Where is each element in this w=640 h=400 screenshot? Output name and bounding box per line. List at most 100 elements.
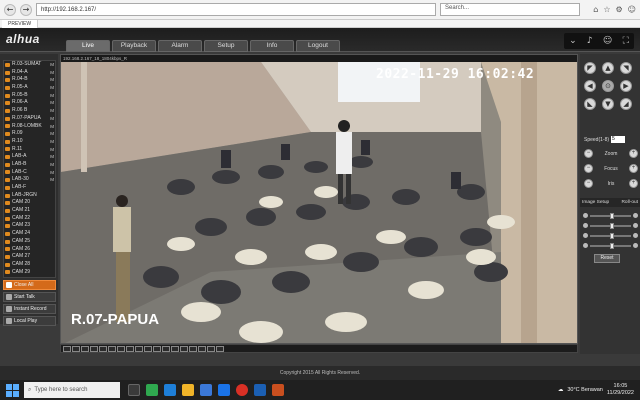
app-icon-4[interactable] bbox=[272, 384, 284, 396]
camera-list-item[interactable]: CAM 23 bbox=[4, 222, 55, 230]
layout-button[interactable] bbox=[189, 345, 197, 352]
clock[interactable]: 16:05 11/29/2022 bbox=[607, 383, 634, 397]
camera-list-item[interactable]: R.05-A M bbox=[4, 84, 55, 92]
start-talk-button[interactable]: Start Talk bbox=[3, 292, 56, 302]
tab-alarm[interactable]: Alarm bbox=[158, 40, 202, 52]
file-explorer-icon[interactable] bbox=[182, 384, 194, 396]
camera-list-item[interactable]: R.04-A M bbox=[4, 69, 55, 77]
close-all-button[interactable]: Close All bbox=[3, 280, 56, 290]
fullscreen-icon[interactable]: ⛶ bbox=[623, 36, 629, 46]
camera-list-item[interactable]: LAB-F bbox=[4, 184, 55, 192]
layout-button[interactable] bbox=[63, 345, 71, 352]
layout-button[interactable] bbox=[153, 345, 161, 352]
layout-button[interactable] bbox=[72, 345, 80, 352]
taskbar-search[interactable]: ⌕ Type here to search bbox=[24, 382, 120, 398]
zoom-out-button[interactable]: − bbox=[584, 149, 593, 158]
ptz-down-left-button[interactable]: ◣ bbox=[584, 98, 596, 110]
camera-list[interactable]: R.03-SUMAT M R.04-A M R.04-B M R.05-A M R.05-B M R… bbox=[3, 60, 56, 278]
tab-setup[interactable]: Setup bbox=[204, 40, 248, 52]
weather-text[interactable]: 30°C Berawan bbox=[567, 387, 603, 393]
layout-button[interactable] bbox=[81, 345, 89, 352]
browser-search-box[interactable]: Search... bbox=[440, 3, 580, 16]
layout-button[interactable] bbox=[108, 345, 116, 352]
layout-button[interactable] bbox=[135, 345, 143, 352]
hue-slider[interactable] bbox=[590, 242, 631, 249]
layout-button[interactable] bbox=[90, 345, 98, 352]
layout-button[interactable] bbox=[198, 345, 206, 352]
local-play-button[interactable]: Local Play bbox=[3, 316, 56, 326]
camera-list-item[interactable]: CAM 24 bbox=[4, 230, 55, 238]
layout-button[interactable] bbox=[216, 345, 224, 352]
roll-out-toggle[interactable]: Roll-out bbox=[621, 198, 638, 207]
camera-list-item[interactable]: LAB-C M bbox=[4, 169, 55, 177]
tab-logout[interactable]: Logout bbox=[296, 40, 340, 52]
camera-list-item[interactable]: LAB-A M bbox=[4, 153, 55, 161]
camera-list-item[interactable]: CAM 21 bbox=[4, 207, 55, 215]
speed-select[interactable]: 5 bbox=[611, 136, 626, 143]
tab-live[interactable]: Live bbox=[66, 40, 110, 52]
start-button[interactable] bbox=[4, 382, 20, 398]
camera-list-item[interactable]: LAB-B M bbox=[4, 161, 55, 169]
focus-out-button[interactable]: − bbox=[584, 164, 593, 173]
layout-button[interactable] bbox=[171, 345, 179, 352]
task-view-icon[interactable] bbox=[128, 384, 140, 396]
layout-button[interactable] bbox=[117, 345, 125, 352]
chevron-down-icon[interactable]: ⌄ bbox=[569, 36, 577, 46]
camera-list-item[interactable]: CAM 28 bbox=[4, 261, 55, 269]
camera-list-item[interactable]: R.11 M bbox=[4, 146, 55, 154]
mute-icon[interactable]: ♪ bbox=[587, 36, 593, 46]
ptz-right-button[interactable]: ▶ bbox=[620, 80, 632, 92]
app-icon-3[interactable] bbox=[218, 384, 230, 396]
gear-icon[interactable]: ⚙ bbox=[615, 5, 622, 14]
camera-list-item[interactable]: R.05-B M bbox=[4, 92, 55, 100]
ptz-auto-button[interactable]: ⊙ bbox=[602, 80, 614, 92]
camera-list-item[interactable]: CAM 20 bbox=[4, 199, 55, 207]
camera-list-item[interactable]: CAM 22 bbox=[4, 215, 55, 223]
slider-thumb[interactable] bbox=[610, 232, 614, 239]
ptz-up-left-button[interactable]: ◤ bbox=[584, 62, 596, 74]
slider-thumb[interactable] bbox=[610, 212, 614, 219]
layout-button[interactable] bbox=[126, 345, 134, 352]
chrome-icon[interactable] bbox=[236, 384, 248, 396]
star-icon[interactable]: ☆ bbox=[603, 5, 610, 14]
camera-list-item[interactable]: R.06-A M bbox=[4, 99, 55, 107]
live-video-window[interactable]: 192.168.2.167_18_1804kbps_R 2022-11-29 1… bbox=[60, 54, 578, 344]
layout-button[interactable] bbox=[144, 345, 152, 352]
zoom-in-button[interactable]: + bbox=[629, 149, 638, 158]
forward-button[interactable]: → bbox=[20, 3, 32, 16]
layout-button[interactable] bbox=[180, 345, 188, 352]
contrast-slider[interactable] bbox=[590, 222, 631, 229]
focus-in-button[interactable]: + bbox=[629, 164, 638, 173]
ptz-up-button[interactable]: ▲ bbox=[602, 62, 614, 74]
brightness-slider[interactable] bbox=[590, 212, 631, 219]
layout-button[interactable] bbox=[207, 345, 215, 352]
ptz-down-button[interactable]: ▼ bbox=[602, 98, 614, 110]
camera-list-item[interactable]: CAM 27 bbox=[4, 253, 55, 261]
iris-open-button[interactable]: + bbox=[628, 179, 638, 188]
ie-icon[interactable] bbox=[254, 384, 266, 396]
app-icon-1[interactable] bbox=[146, 384, 158, 396]
layout-button[interactable] bbox=[99, 345, 107, 352]
camera-list-item[interactable]: R.04-B M bbox=[4, 76, 55, 84]
slider-thumb[interactable] bbox=[610, 242, 614, 249]
camera-list-item[interactable]: LAB-JRGN bbox=[4, 192, 55, 200]
layout-button[interactable] bbox=[162, 345, 170, 352]
person-icon[interactable]: ☺ bbox=[603, 36, 612, 46]
home-icon[interactable]: ⌂ bbox=[593, 5, 598, 14]
camera-list-item[interactable]: R.10 M bbox=[4, 138, 55, 146]
reset-button[interactable]: Reset bbox=[594, 254, 620, 263]
iris-close-button[interactable]: − bbox=[584, 179, 593, 188]
camera-list-item[interactable]: R.08-LOMBK M bbox=[4, 123, 55, 131]
browser-tab[interactable]: PREVIEW bbox=[2, 20, 39, 28]
slider-thumb[interactable] bbox=[610, 222, 614, 229]
camera-list-item[interactable]: LAB-30 M bbox=[4, 176, 55, 184]
tab-playback[interactable]: Playback bbox=[112, 40, 156, 52]
app-icon-2[interactable] bbox=[200, 384, 212, 396]
ptz-up-right-button[interactable]: ◥ bbox=[620, 62, 632, 74]
tab-info[interactable]: Info bbox=[250, 40, 294, 52]
camera-list-item[interactable]: CAM 29 bbox=[4, 269, 55, 277]
ptz-down-right-button[interactable]: ◢ bbox=[620, 98, 632, 110]
edge-icon[interactable] bbox=[164, 384, 176, 396]
address-bar[interactable]: http://192.168.2.167/ bbox=[36, 3, 436, 16]
back-button[interactable]: ← bbox=[4, 3, 16, 16]
